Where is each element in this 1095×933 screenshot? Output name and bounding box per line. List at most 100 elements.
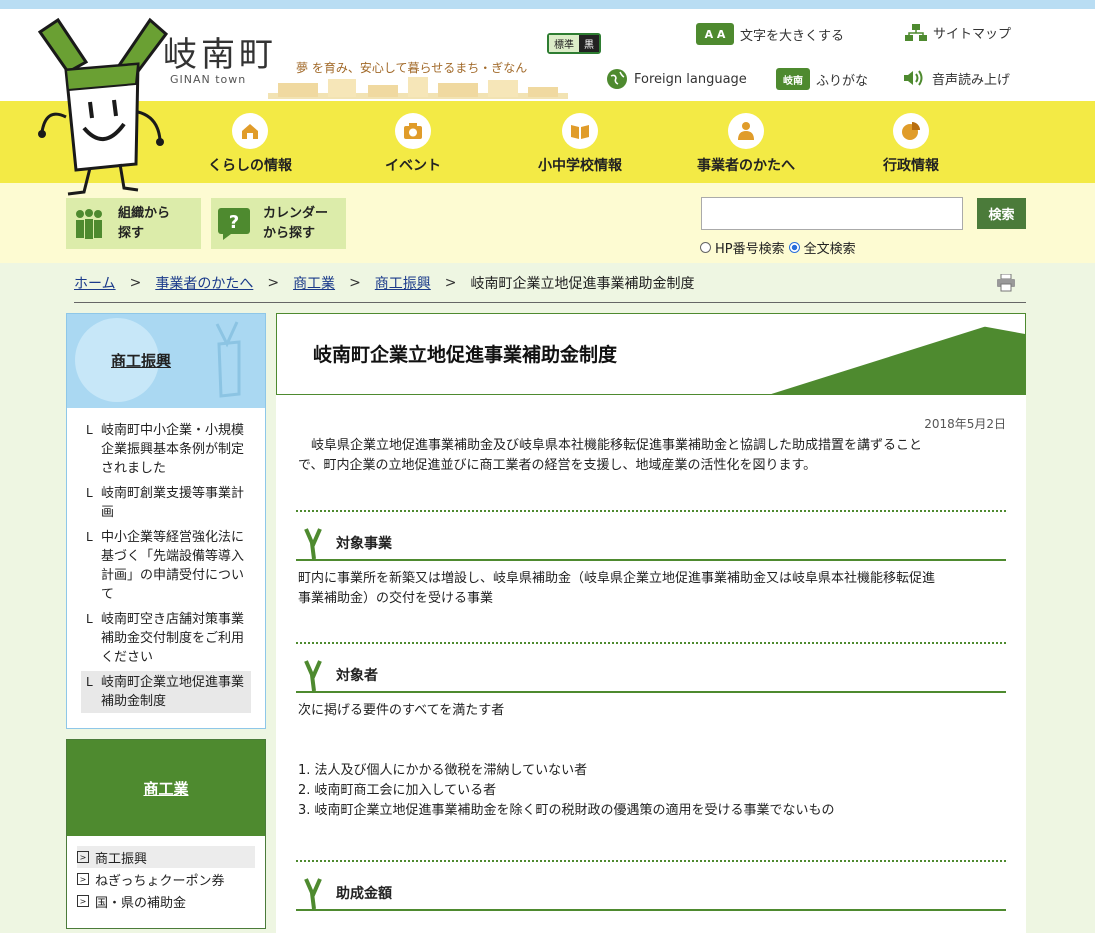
sidebar-category-title[interactable]: 商工業 xyxy=(67,740,265,836)
nav-administration-label: 行政情報 xyxy=(883,158,939,174)
color-black-button[interactable]: 黒 xyxy=(579,35,599,52)
heading-target-person: 対象者 xyxy=(296,653,1006,693)
page-title: 岐南町企業立地促進事業補助金制度 xyxy=(313,344,618,366)
nav-living-label: くらしの情報 xyxy=(208,158,292,174)
color-toggle[interactable]: 標準 黒 xyxy=(547,33,601,54)
search-by-organization-button[interactable]: 組織から 探す xyxy=(66,198,201,249)
nav-events-label: イベント xyxy=(385,158,441,174)
breadcrumb-commerce[interactable]: 商工業 xyxy=(293,273,335,293)
breadcrumb-separator: > xyxy=(349,275,361,291)
town-name[interactable]: 岐南町 xyxy=(163,27,277,76)
target-person-text: 次に掲げる要件のすべてを満たす者 xyxy=(298,703,505,718)
sidebar-section-header: 商工振興 xyxy=(67,314,265,408)
sidebar-item[interactable]: 岐南町創業支援等事業計画 xyxy=(81,482,251,524)
leek-icon xyxy=(304,528,322,560)
publish-date: 2018年5月2日 xyxy=(924,417,1006,431)
breadcrumb-home[interactable]: ホーム xyxy=(74,273,116,293)
leek-icon xyxy=(304,660,322,692)
breadcrumb-separator: > xyxy=(267,275,280,291)
sidebar-item[interactable]: 中小企業等経営強化法に基づく「先端設備等導入計画」の申請受付について xyxy=(81,526,251,606)
intro-line-1: 岐阜県企業立地促進事業補助金及び岐阜県本社機能移転促進事業補助金と協調した助成措… xyxy=(298,438,923,453)
sidebar-category-list: > 商工振興 > ねぎっちょクーポン券 > 国・県の補助金 xyxy=(67,836,265,912)
chart-icon xyxy=(893,113,929,149)
org-label-1: 組織から xyxy=(118,206,171,221)
sidebar-category-label: ねぎっちょクーポン券 xyxy=(95,873,225,889)
sidebar-item[interactable]: 岐南町空き店舗対策事業補助金交付制度をご利用ください xyxy=(81,608,251,669)
heading-target-business-label: 対象事業 xyxy=(336,536,392,552)
sitemap-icon xyxy=(905,23,927,41)
sidebar-category-item[interactable]: > ねぎっちょクーポン券 xyxy=(77,868,255,890)
org-label-2: 探す xyxy=(118,225,145,241)
search-by-calendar-button[interactable]: ? カレンダー から探す xyxy=(211,198,346,249)
town-roman: GINAN town xyxy=(170,73,247,86)
leek-icon xyxy=(304,878,322,910)
section-divider xyxy=(296,860,1006,862)
svg-text:?: ? xyxy=(229,212,239,233)
requirement-item: 3. 岐南町企業立地促進事業補助金を除く町の税財政の優遇策の適用を受ける事業でな… xyxy=(298,803,835,818)
radio-full-text-label[interactable]: 全文検索 xyxy=(804,238,856,257)
globe-icon xyxy=(607,69,627,89)
sidebar-category-label: 商工振興 xyxy=(95,851,148,867)
furigana-link[interactable]: 岐南 ふりがな xyxy=(776,68,868,90)
sidebar-section-nav: 商工振興 岐南町中小企業・小規模企業振興基本条例が制定されました 岐南町創業支援… xyxy=(66,313,266,729)
intro-line-2: で、町内企業の立地促進並びに商工業者の経営を支援し、地域産業の活性化を図ります。 xyxy=(298,458,817,473)
nav-events[interactable]: イベント xyxy=(343,113,483,175)
top-strip xyxy=(0,0,1095,9)
sidebar-item[interactable]: 岐南町中小企業・小規模企業振興基本条例が制定されました xyxy=(81,419,251,480)
foreign-language-label: Foreign language xyxy=(634,71,747,87)
calendar-label-2: から探す xyxy=(263,225,316,241)
breadcrumb-promotion[interactable]: 商工振興 xyxy=(375,273,431,293)
search-button[interactable]: 検索 xyxy=(977,198,1026,229)
sidebar-item-current[interactable]: 岐南町企業立地促進事業補助金制度 xyxy=(81,671,251,713)
title-decoration xyxy=(771,314,1025,394)
main-content: 岐南町企業立地促進事業補助金制度 2018年5月2日 岐阜県企業立地促進事業補助… xyxy=(276,313,1026,933)
arrow-box-icon: > xyxy=(77,873,89,885)
sitemap-label: サイトマップ xyxy=(933,27,1012,42)
search-input[interactable] xyxy=(701,197,963,230)
sidebar-category-item[interactable]: > 国・県の補助金 xyxy=(77,890,255,912)
person-icon xyxy=(728,113,764,149)
mascot-logo[interactable] xyxy=(38,12,168,197)
question-icon: ? xyxy=(217,207,251,241)
radio-hp-number-label[interactable]: HP番号検索 xyxy=(715,238,785,257)
foreign-language-link[interactable]: Foreign language xyxy=(606,68,747,90)
page-title-box: 岐南町企業立地促進事業補助金制度 xyxy=(276,313,1026,395)
radio-full-text[interactable] xyxy=(788,242,800,253)
nav-living[interactable]: くらしの情報 xyxy=(180,113,320,175)
voice-reading-link[interactable]: 音声読み上げ xyxy=(902,68,1010,88)
radio-hp-number[interactable] xyxy=(700,242,711,253)
sidebar-section-title[interactable]: 商工振興 xyxy=(111,350,171,371)
text-size-link[interactable]: A A 文字を大きくする xyxy=(696,23,844,45)
text-size-label: 文字を大きくする xyxy=(740,28,845,44)
calendar-label-1: カレンダー xyxy=(263,206,329,221)
speaker-icon xyxy=(904,70,923,86)
section-divider xyxy=(296,510,1006,512)
sidebar-section-list: 岐南町中小企業・小規模企業振興基本条例が制定されました 岐南町創業支援等事業計画… xyxy=(81,419,251,715)
target-business-line-1: 町内に事業所を新築又は増設し、岐阜県補助金（岐阜県企業立地促進事業補助金又は岐阜… xyxy=(298,571,936,586)
nav-administration[interactable]: 行政情報 xyxy=(841,113,981,175)
breadcrumb-separator: > xyxy=(444,275,457,291)
section-divider xyxy=(296,642,1006,644)
heading-amount: 助成金額 xyxy=(296,871,1006,911)
nav-business-label: 事業者のかたへ xyxy=(697,158,795,174)
book-icon xyxy=(562,113,598,149)
breadcrumb-current: 岐南町企業立地促進事業補助金制度 xyxy=(470,276,695,292)
breadcrumb-business[interactable]: 事業者のかたへ xyxy=(155,273,253,293)
sidebar-category-item[interactable]: > 商工振興 xyxy=(77,846,255,868)
breadcrumb: ホーム > 事業者のかたへ > 商工業 > 商工振興 > 岐南町企業立地促進事業… xyxy=(74,273,1026,303)
furigana-icon: 岐南 xyxy=(776,68,810,90)
breadcrumb-separator: > xyxy=(129,275,142,291)
color-standard-button[interactable]: 標準 xyxy=(549,35,579,52)
heading-target-business: 対象事業 xyxy=(296,521,1006,561)
slogan: 夢 を育み、安心して暮らせるまち・ぎなん xyxy=(296,61,528,75)
sitemap-link[interactable]: サイトマップ xyxy=(905,23,1011,42)
furigana-label: ふりがな xyxy=(816,73,869,89)
sidebar-category-nav: 商工業 > 商工振興 > ねぎっちょクーポン券 > 国・県の補助金 xyxy=(66,739,266,929)
print-icon[interactable] xyxy=(996,274,1016,292)
nav-schools[interactable]: 小中学校情報 xyxy=(510,113,650,175)
text-size-icon: A A xyxy=(696,23,734,45)
heading-target-person-label: 対象者 xyxy=(336,668,378,684)
nav-schools-label: 小中学校情報 xyxy=(538,158,622,174)
nav-business[interactable]: 事業者のかたへ xyxy=(676,113,816,175)
requirement-item: 1. 法人及び個人にかかる徴税を滞納していない者 xyxy=(298,763,588,778)
